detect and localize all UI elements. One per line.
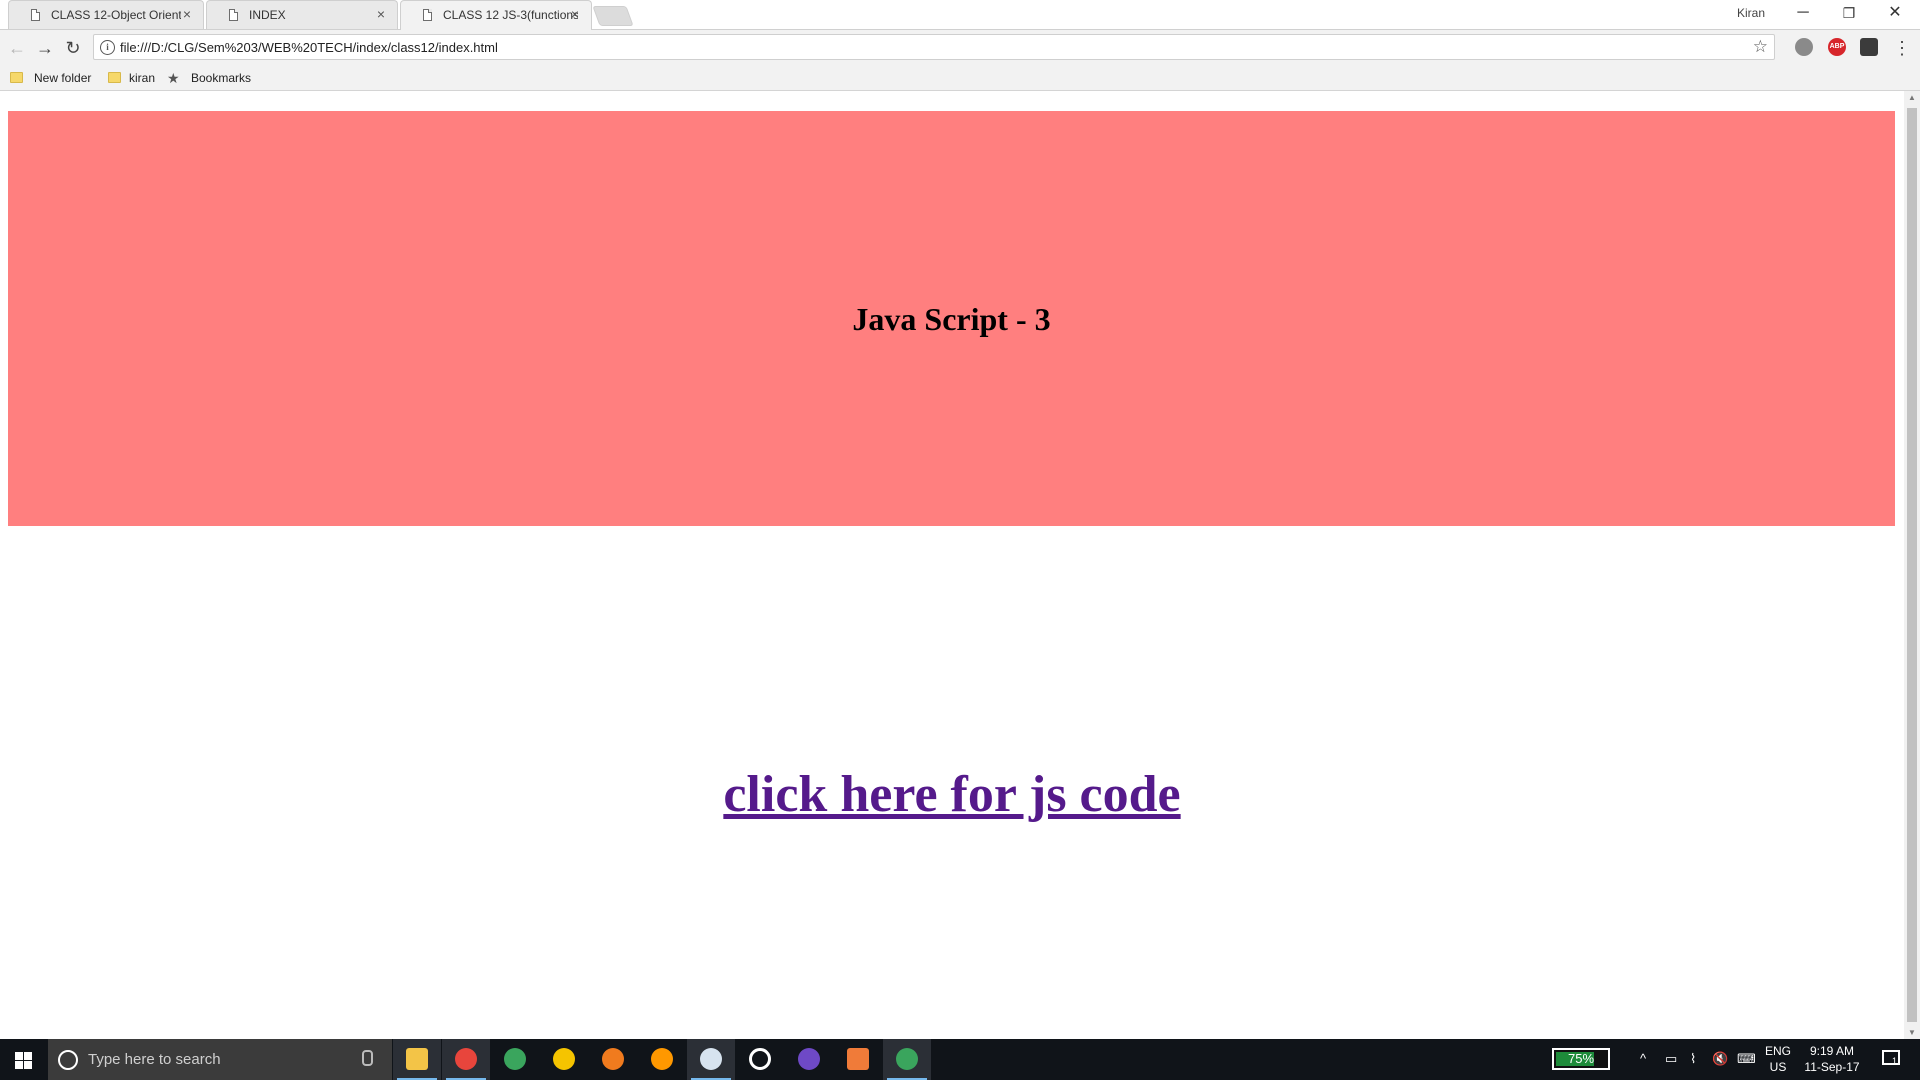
scroll-down-icon[interactable]: ▼ xyxy=(1908,1028,1916,1037)
address-url[interactable]: file:///D:/CLG/Sem%203/WEB%20TECH/index/… xyxy=(120,40,498,55)
taskbar-search[interactable]: Type here to search xyxy=(48,1039,392,1080)
chrome-icon xyxy=(455,1048,477,1070)
taskbar-app-search-app[interactable] xyxy=(589,1039,637,1080)
language-indicator[interactable]: ENG US xyxy=(1762,1043,1794,1075)
adblock-plus-icon[interactable]: ABP xyxy=(1828,38,1846,56)
bookmark-kiran[interactable]: kiran xyxy=(108,70,158,86)
code-link-container: click here for js code xyxy=(0,765,1904,824)
windows-taskbar: Type here to search 75% ^ ▭ ⌇ 🔇 ⌨ ENG US… xyxy=(0,1039,1920,1080)
taskbar-app-purple-app[interactable] xyxy=(785,1039,833,1080)
bookmark-bookmarks[interactable]: ★ Bookmarks xyxy=(167,70,257,86)
windows-logo-pane xyxy=(24,1052,32,1060)
taskbar-app-whale-app[interactable] xyxy=(687,1039,735,1080)
page-content: Java Script - 3 click here for js code xyxy=(0,91,1904,1039)
clock[interactable]: 9:19 AM 11-Sep-17 xyxy=(1802,1043,1862,1075)
scrollbar-thumb[interactable] xyxy=(1907,108,1917,1022)
scroll-up-icon[interactable]: ▲ xyxy=(1908,93,1916,102)
back-button[interactable]: ← xyxy=(5,36,29,60)
windows-logo-icon xyxy=(15,1052,23,1060)
tab-class12-oop[interactable]: CLASS 12-Object Orient × xyxy=(8,0,204,29)
taskbar-app-xampp-app[interactable] xyxy=(834,1039,882,1080)
close-window-button[interactable]: ✕ xyxy=(1872,0,1918,28)
globe-app-icon xyxy=(504,1048,526,1070)
bookmark-label: Bookmarks xyxy=(191,71,252,85)
browser-toolbar: ← → ↻ i file:///D:/CLG/Sem%203/WEB%20TEC… xyxy=(0,30,1920,66)
tab-title: CLASS 12-Object Orient xyxy=(51,8,181,22)
page-icon xyxy=(31,9,40,21)
vertical-scrollbar[interactable]: ▲ ▼ xyxy=(1904,91,1920,1039)
file-explorer-icon xyxy=(406,1048,428,1070)
minimize-button[interactable]: ─ xyxy=(1780,0,1826,28)
taskbar-app-chrome[interactable] xyxy=(442,1039,490,1080)
cortana-icon xyxy=(58,1050,78,1070)
tab-title: INDEX xyxy=(249,8,286,22)
windows-logo-pane xyxy=(15,1061,23,1069)
taskbar-app-globe-app-2[interactable] xyxy=(883,1039,931,1080)
wifi-icon[interactable]: ⌇ xyxy=(1690,1051,1696,1067)
header-banner: Java Script - 3 xyxy=(8,111,1895,526)
page-icon xyxy=(229,9,238,21)
close-tab-icon[interactable]: × xyxy=(571,6,579,22)
start-button[interactable] xyxy=(0,1039,46,1080)
purple-app-icon xyxy=(798,1048,820,1070)
clock-date: 11-Sep-17 xyxy=(1804,1060,1860,1074)
profile-name[interactable]: Kiran xyxy=(1737,6,1765,20)
microphone-icon[interactable] xyxy=(362,1050,373,1066)
reload-button[interactable]: ↻ xyxy=(61,36,85,60)
search-app-icon xyxy=(602,1048,624,1070)
globe-app-2-icon xyxy=(896,1048,918,1070)
star-icon: ★ xyxy=(167,70,180,86)
bookmark-star-icon[interactable]: ☆ xyxy=(1753,37,1768,57)
sublime-app-icon xyxy=(651,1048,673,1070)
js-code-link[interactable]: click here for js code xyxy=(723,766,1180,823)
tab-title: CLASS 12 JS-3(functions) xyxy=(443,8,578,22)
close-tab-icon[interactable]: × xyxy=(183,6,191,22)
new-tab-button[interactable] xyxy=(592,6,634,26)
xampp-app-icon xyxy=(847,1048,869,1070)
taskbar-app-norton-app[interactable] xyxy=(540,1039,588,1080)
circle-app-icon xyxy=(749,1048,771,1070)
action-center-icon[interactable]: 1 xyxy=(1882,1050,1900,1066)
restore-button[interactable]: ❐ xyxy=(1826,0,1872,28)
taskbar-app-circle-app[interactable] xyxy=(736,1039,784,1080)
tab-strip: CLASS 12-Object Orient × INDEX × CLASS 1… xyxy=(0,0,1920,30)
folder-icon xyxy=(108,72,121,83)
info-icon[interactable]: i xyxy=(100,40,115,55)
forward-button[interactable]: → xyxy=(33,36,57,60)
whale-app-icon xyxy=(700,1048,722,1070)
checklist-extension-icon[interactable] xyxy=(1860,38,1878,56)
page-icon xyxy=(423,9,432,21)
taskbar-app-globe-app[interactable] xyxy=(491,1039,539,1080)
tab-class12-js3[interactable]: CLASS 12 JS-3(functions) × xyxy=(400,0,592,30)
tab-index[interactable]: INDEX × xyxy=(206,0,398,29)
folder-icon xyxy=(10,72,23,83)
show-hidden-icons[interactable]: ^ xyxy=(1640,1051,1646,1066)
bookmark-label: New folder xyxy=(34,71,92,85)
bookmark-label: kiran xyxy=(129,71,156,85)
norton-app-icon xyxy=(553,1048,575,1070)
battery-indicator[interactable]: 75% xyxy=(1552,1048,1610,1070)
volume-muted-icon[interactable]: 🔇 xyxy=(1712,1051,1728,1067)
shield-extension-icon[interactable] xyxy=(1795,38,1813,56)
language-code: ENG xyxy=(1764,1044,1791,1058)
page-heading: Java Script - 3 xyxy=(852,301,1051,337)
windows-logo-pane xyxy=(24,1061,32,1069)
power-icon[interactable]: ▭ xyxy=(1665,1051,1677,1067)
taskbar-app-file-explorer[interactable] xyxy=(393,1039,441,1080)
bookmarks-bar: New folder kiran ★ Bookmarks xyxy=(0,66,1920,91)
search-placeholder: Type here to search xyxy=(88,1051,221,1068)
clock-time: 9:19 AM xyxy=(1809,1044,1855,1058)
address-bar[interactable]: i file:///D:/CLG/Sem%203/WEB%20TECH/inde… xyxy=(93,34,1775,60)
region-code: US xyxy=(1769,1060,1787,1074)
notification-count: 1 xyxy=(1892,1056,1898,1066)
battery-percent: 75% xyxy=(1567,1051,1595,1066)
taskbar-app-sublime-app[interactable] xyxy=(638,1039,686,1080)
keyboard-icon[interactable]: ⌨ xyxy=(1737,1051,1756,1067)
bookmark-new-folder[interactable]: New folder xyxy=(10,70,96,86)
menu-icon[interactable]: ⋮ xyxy=(1890,36,1914,60)
close-tab-icon[interactable]: × xyxy=(377,6,385,22)
